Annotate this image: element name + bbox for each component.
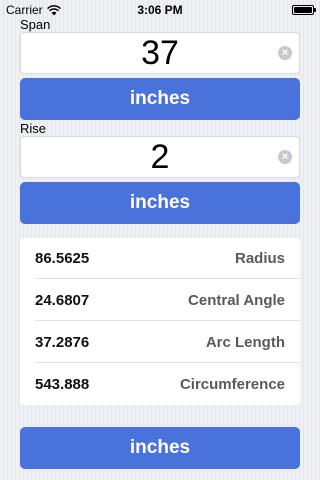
- status-time: 3:06 PM: [137, 3, 183, 17]
- row-separator: [35, 278, 300, 279]
- result-name: Arc Length: [205, 334, 285, 351]
- result-value: 37.2876: [35, 334, 90, 351]
- results-list: 86.5625 Radius 24.6807 Central Angle 37.…: [20, 238, 300, 405]
- clear-icon[interactable]: ×: [278, 46, 292, 60]
- result-value: 24.6807: [35, 292, 90, 309]
- clear-icon[interactable]: ×: [278, 150, 292, 164]
- result-row-arc-length: 37.2876 Arc Length: [20, 322, 300, 363]
- result-name: Central Angle: [188, 292, 285, 309]
- result-value: 86.5625: [35, 250, 90, 267]
- output-unit-button[interactable]: inches: [20, 427, 300, 469]
- row-separator: [35, 320, 300, 321]
- span-field[interactable]: 37 ×: [20, 32, 300, 74]
- result-name: Circumference: [179, 376, 285, 393]
- battery-icon: [292, 5, 316, 15]
- result-row-radius: 86.5625 Radius: [20, 238, 300, 279]
- row-separator: [35, 362, 300, 363]
- rise-value[interactable]: 2: [21, 137, 299, 177]
- rise-unit-button[interactable]: inches: [20, 182, 300, 224]
- result-name: Radius: [234, 250, 285, 267]
- span-label: Span: [20, 17, 51, 32]
- span-unit-button[interactable]: inches: [20, 78, 300, 120]
- rise-field[interactable]: 2 ×: [20, 136, 300, 178]
- result-row-central-angle: 24.6807 Central Angle: [20, 280, 300, 321]
- span-value[interactable]: 37: [21, 33, 299, 73]
- result-row-circumference: 543.888 Circumference: [20, 364, 300, 405]
- result-value: 543.888: [35, 376, 90, 393]
- rise-label: Rise: [20, 121, 47, 136]
